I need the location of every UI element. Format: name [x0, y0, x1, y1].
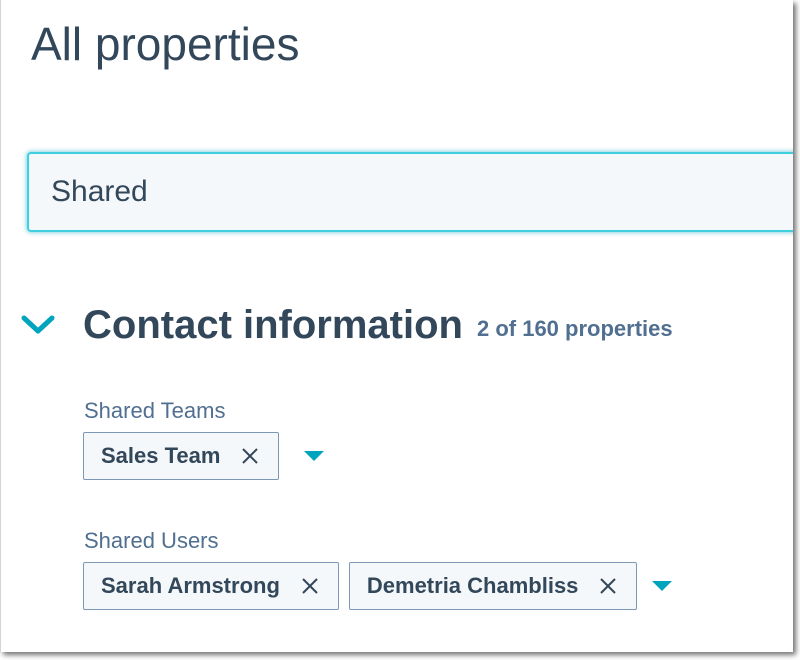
section-header-contact-information[interactable]: Contact information 2 of 160 properties: [21, 298, 673, 352]
close-icon[interactable]: [300, 576, 320, 596]
search-input[interactable]: [51, 154, 751, 230]
section-title: Contact information: [83, 303, 463, 347]
app-window: All properties Contact information 2 of …: [0, 0, 793, 652]
close-icon[interactable]: [598, 576, 618, 596]
chip-label: Sarah Armstrong: [101, 573, 280, 598]
chip-label: Sales Team: [101, 443, 221, 468]
chevron-down-icon[interactable]: [21, 315, 55, 335]
shared-teams-label: Shared Teams: [84, 398, 226, 423]
user-chip-sarah-armstrong: Sarah Armstrong: [83, 562, 339, 610]
caret-down-icon[interactable]: [302, 448, 326, 464]
shared-teams-selector[interactable]: Sales Team: [83, 432, 326, 480]
close-icon[interactable]: [240, 446, 260, 466]
search-box[interactable]: [27, 152, 793, 232]
chip-label: Demetria Chambliss: [366, 573, 579, 598]
user-chip-demetria-chambliss: Demetria Chambliss: [348, 562, 638, 610]
team-chip-sales-team: Sales Team: [83, 432, 280, 480]
shared-users-label: Shared Users: [84, 528, 219, 553]
page-title: All properties: [31, 18, 300, 70]
shared-users-selector[interactable]: Sarah Armstrong Demetria Chambliss: [83, 562, 674, 610]
caret-down-icon[interactable]: [650, 578, 674, 594]
property-count: 2 of 160 properties: [476, 316, 673, 341]
